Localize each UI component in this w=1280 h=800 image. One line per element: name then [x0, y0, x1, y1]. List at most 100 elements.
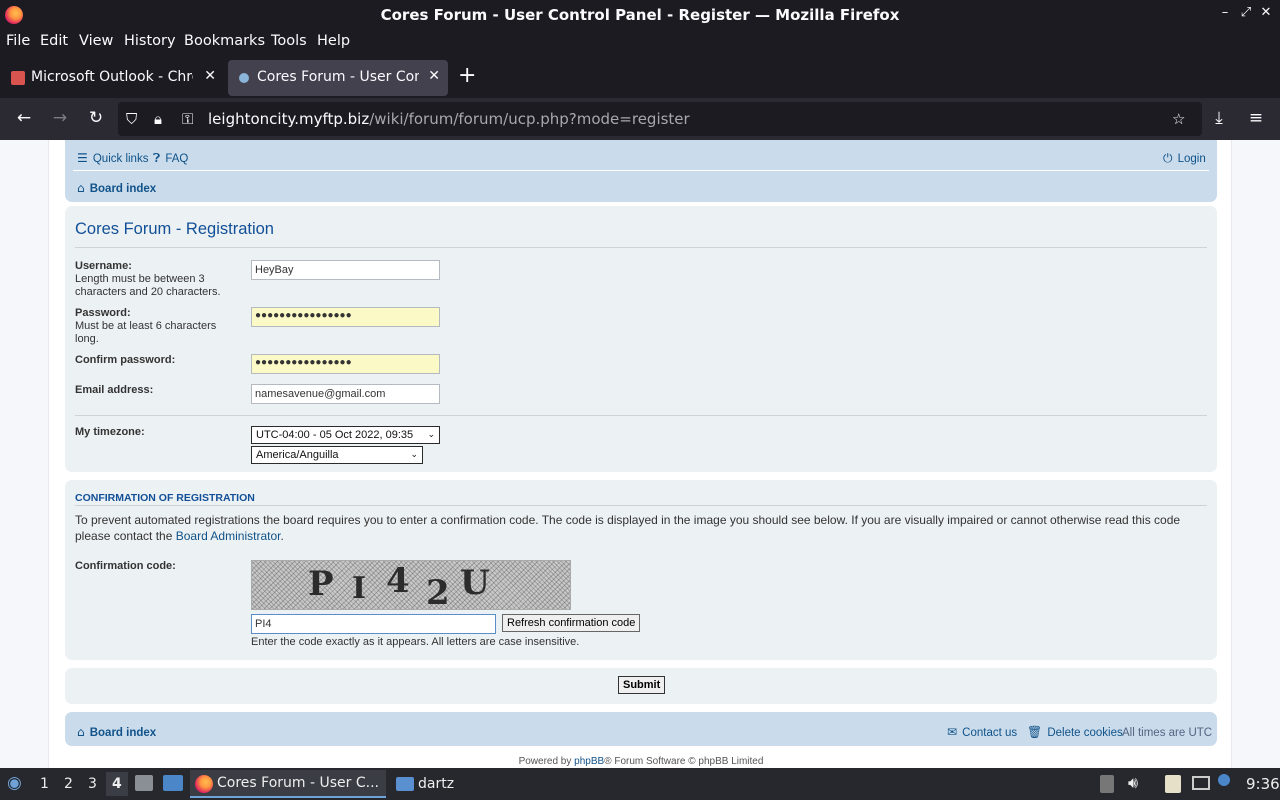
- maximize-icon[interactable]: ⤢: [1237, 5, 1255, 20]
- confirm-password-field[interactable]: ●●●●●●●●●●●●●●●●: [251, 354, 440, 374]
- workspace-2[interactable]: 2: [64, 776, 73, 792]
- timezone-note-label: All times are UTC: [1122, 727, 1213, 739]
- chevron-down-icon: ⌄: [410, 449, 418, 459]
- password-hint: Must be at least 6 characters long.: [75, 320, 217, 345]
- menu-bar: File Edit View History Bookmarks Tools H…: [0, 30, 1280, 56]
- menu-view[interactable]: View: [79, 33, 113, 49]
- taskbar-task-label: Cores Forum - User C...: [217, 775, 379, 791]
- download-icon[interactable]: ⤓: [1209, 108, 1229, 128]
- refresh-confirmation-button[interactable]: Refresh confirmation code: [502, 614, 641, 632]
- minimize-icon[interactable]: –: [1216, 5, 1234, 20]
- key-icon[interactable]: ⚿: [182, 110, 193, 128]
- captcha-char: 4: [386, 561, 410, 601]
- delete-cookies-link[interactable]: 🗑︎ Delete cookies: [1027, 721, 1123, 740]
- footer-board-index-link[interactable]: ⌂ Board index: [77, 721, 156, 740]
- outlook-favicon-icon: [11, 71, 25, 85]
- desktop-icon[interactable]: [163, 775, 183, 791]
- bookmark-star-icon[interactable]: ☆: [1172, 110, 1185, 128]
- menu-history[interactable]: History: [124, 33, 176, 49]
- close-tab-icon[interactable]: ✕: [428, 68, 440, 84]
- reload-icon[interactable]: ↻: [86, 108, 106, 128]
- timezone-region-select[interactable]: America/Anguilla ⌄: [251, 446, 423, 464]
- confirmation-code-field[interactable]: PI4: [251, 614, 496, 634]
- footer-navbar: ⌂ Board index ✉ Contact us 🗑︎ Delete coo…: [65, 712, 1217, 746]
- taskbar-dartz-task[interactable]: dartz: [418, 776, 454, 792]
- lock-icon[interactable]: 🔒︎: [154, 110, 162, 128]
- bars-icon: ☰: [77, 151, 88, 165]
- board-index-link[interactable]: ⌂ Board index: [77, 177, 156, 196]
- workspace-4[interactable]: 4: [112, 776, 122, 792]
- menu-help[interactable]: Help: [317, 33, 350, 49]
- divider: [75, 247, 1207, 248]
- captcha-char: P: [308, 564, 334, 604]
- tray-clipboard-icon[interactable]: [1100, 775, 1114, 793]
- submit-button[interactable]: Submit: [618, 676, 666, 694]
- confirmation-text: To prevent automated registrations the b…: [75, 512, 1205, 544]
- board-administrator-link[interactable]: Board Administrator: [176, 529, 281, 543]
- navbar-header: ☰ Quick links ❓︎ FAQ ⏻ Login ⌂ Board ind…: [65, 140, 1217, 202]
- menu-file[interactable]: File: [6, 33, 30, 49]
- forward-arrow-icon[interactable]: →: [50, 108, 70, 128]
- chevron-down-icon: ⌄: [427, 429, 435, 439]
- workspace-3[interactable]: 3: [88, 776, 97, 792]
- firefox-icon: [195, 775, 213, 793]
- password-field[interactable]: ●●●●●●●●●●●●●●●●: [251, 307, 440, 327]
- page-viewport: ☰ Quick links ❓︎ FAQ ⏻ Login ⌂ Board ind…: [0, 140, 1280, 768]
- shield-icon[interactable]: ⛉: [126, 110, 137, 128]
- navigation-toolbar: ← → ↻ ⛉ 🔒︎ ⚿ leightoncity.myftp.biz/wiki…: [0, 98, 1280, 140]
- forum-favicon-icon: [239, 73, 249, 83]
- notification-icon[interactable]: [1218, 774, 1230, 786]
- workspace-1[interactable]: 1: [40, 776, 49, 792]
- start-menu-icon[interactable]: ◉: [7, 773, 22, 793]
- login-link[interactable]: ⏻ Login: [1163, 147, 1206, 166]
- header-divider: [73, 170, 1209, 171]
- quick-links-link[interactable]: ☰ Quick links: [77, 147, 148, 166]
- tab-bar: Microsoft Outlook - Chrome ✕ Cores Forum…: [0, 58, 1280, 98]
- tab-label: Cores Forum - User Control Panel: [257, 69, 419, 85]
- hamburger-menu-icon[interactable]: ≡: [1246, 108, 1266, 128]
- close-tab-icon[interactable]: ✕: [204, 68, 216, 84]
- envelope-icon: ✉: [947, 725, 958, 739]
- email-field[interactable]: namesavenue@gmail.com: [251, 384, 440, 404]
- submit-panel: Submit: [65, 668, 1217, 704]
- timezone-note: All times are UTC: [1122, 721, 1212, 740]
- delete-cookies-label: Delete cookies: [1047, 727, 1123, 739]
- captcha-char: U: [460, 563, 490, 603]
- tray-display-icon[interactable]: [1192, 776, 1210, 790]
- powered-by-prefix: Powered by: [518, 756, 575, 767]
- board-index-label: Board index: [89, 183, 157, 195]
- tab-outlook[interactable]: Microsoft Outlook - Chrome ✕: [2, 60, 224, 96]
- clock[interactable]: 9:36: [1246, 775, 1280, 793]
- tab-label: Microsoft Outlook - Chrome: [31, 69, 193, 85]
- confirmation-text-end: .: [280, 529, 284, 543]
- timezone-select[interactable]: UTC-04:00 - 05 Oct 2022, 09:35 ⌄: [251, 426, 440, 444]
- faq-link[interactable]: ❓︎ FAQ: [153, 147, 188, 166]
- taskbar: ◉ 1 2 3 4 Cores Forum - User C... dartz …: [0, 768, 1280, 800]
- menu-tools[interactable]: Tools: [271, 33, 307, 49]
- confirmation-note: Enter the code exactly as it appears. Al…: [251, 636, 580, 648]
- home-icon: ⌂: [77, 181, 85, 195]
- tab-cores-forum[interactable]: Cores Forum - User Control Panel ✕: [228, 60, 448, 96]
- window-title: Cores Forum - User Control Panel - Regis…: [380, 6, 900, 24]
- contact-us-link[interactable]: ✉ Contact us: [947, 721, 1017, 740]
- menu-edit[interactable]: Edit: [40, 33, 68, 49]
- address-bar[interactable]: ⛉ 🔒︎ ⚿ leightoncity.myftp.biz/wiki/forum…: [118, 102, 1202, 136]
- page-title: Cores Forum - Registration: [75, 220, 274, 238]
- url-text[interactable]: leightoncity.myftp.biz/wiki/forum/forum/…: [208, 110, 690, 128]
- confirmation-heading: CONFIRMATION OF REGISTRATION: [75, 492, 255, 504]
- divider: [75, 415, 1207, 416]
- new-tab-plus-icon[interactable]: +: [458, 63, 476, 88]
- tray-notes-icon[interactable]: [1165, 775, 1181, 793]
- phpbb-link[interactable]: phpBB: [574, 756, 604, 767]
- close-window-icon[interactable]: ✕: [1257, 5, 1275, 20]
- volume-icon[interactable]: 🔊︎: [1128, 773, 1138, 793]
- file-manager-icon[interactable]: [135, 775, 153, 791]
- back-arrow-icon[interactable]: ←: [14, 108, 34, 128]
- taskbar-firefox-task[interactable]: Cores Forum - User C...: [190, 770, 386, 798]
- menu-bookmarks[interactable]: Bookmarks: [184, 33, 265, 49]
- username-field[interactable]: HeyBay: [251, 260, 440, 280]
- power-icon: ⏻: [1163, 151, 1173, 165]
- footer-board-index-label: Board index: [89, 727, 157, 739]
- powered-by-suffix: ® Forum Software © phpBB Limited: [604, 756, 764, 767]
- confirmation-panel: CONFIRMATION OF REGISTRATION To prevent …: [65, 480, 1217, 660]
